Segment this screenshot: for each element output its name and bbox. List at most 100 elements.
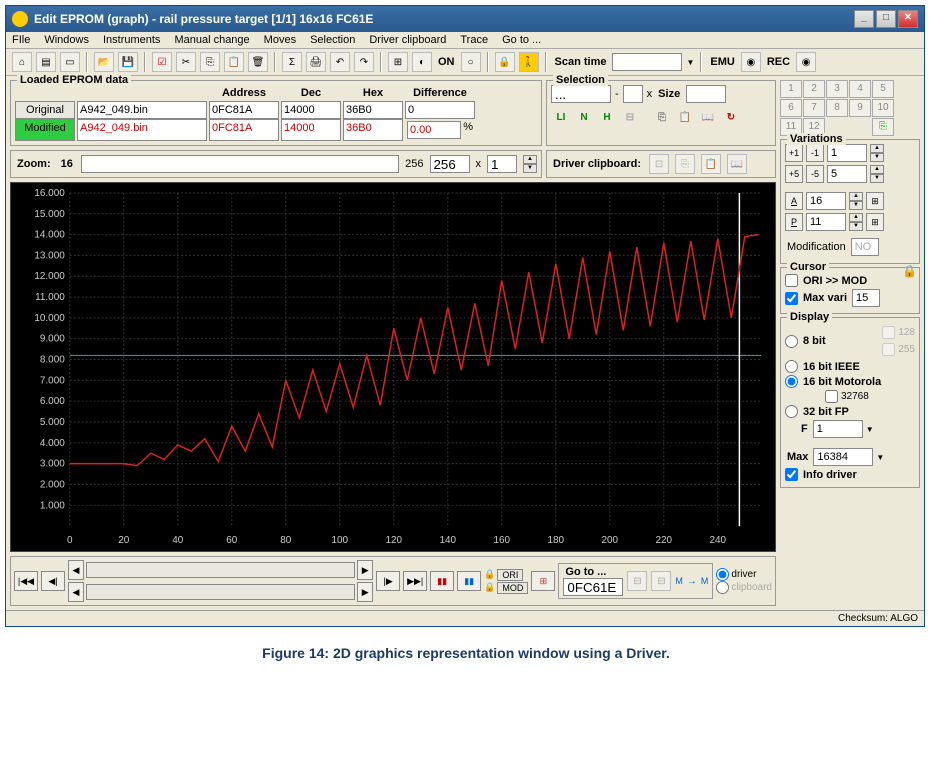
numpad-4[interactable]: 4 [849,80,871,98]
chart-area[interactable]: 1.0002.0003.0004.0005.0006.0007.0008.000… [10,182,776,552]
var-in-16[interactable] [806,192,846,210]
toggle-icon[interactable]: ◐ [412,52,432,72]
var16-down[interactable]: ▼ [849,201,863,210]
goto-ic2[interactable]: ⊟ [651,571,671,591]
rec-radio[interactable]: ◉ [796,52,816,72]
menu-trace[interactable]: Trace [460,34,488,46]
modified-hex[interactable]: 36B0 [343,119,403,141]
undo-icon[interactable]: ↶ [330,52,350,72]
zoom-up[interactable]: ▲ [523,155,537,164]
save-icon[interactable]: 💾 [118,52,138,72]
nav-last[interactable]: ▶▶| [403,571,427,591]
modified-button[interactable]: Modified [15,119,75,141]
var-ic-p[interactable]: P [785,213,803,231]
var-ic-plus5[interactable]: +5 [785,165,803,183]
window-icon[interactable]: ▭ [60,52,80,72]
paste-icon[interactable]: 📋 [224,52,244,72]
original-file[interactable]: A942_049.bin [77,101,207,119]
moto-32768-check[interactable]: 32768 [825,390,915,403]
zoom-cur[interactable] [430,155,470,173]
max-vari-check[interactable]: Max vari [785,289,915,307]
numpad-1[interactable]: 1 [780,80,802,98]
handle-icon[interactable]: ⊞ [388,52,408,72]
sel-m-icon[interactable]: N [574,107,594,127]
numpad-2[interactable]: 2 [803,80,825,98]
numpad-extra[interactable]: ⎘ [872,118,894,136]
nav-rec[interactable]: ▮▮ [457,571,481,591]
var-ic-plus1[interactable]: +1 [785,144,803,162]
original-hex[interactable]: 36B0 [343,101,403,119]
modified-file[interactable]: A942_049.bin [77,119,207,141]
scroll2-left[interactable]: ◀ [68,582,84,602]
numpad-5[interactable]: 5 [872,80,894,98]
ori-mod-check[interactable]: ORI >> MOD [785,274,915,287]
print-icon[interactable]: 🖨 [306,52,326,72]
redo-icon[interactable]: ↷ [354,52,374,72]
home-icon[interactable]: ⌂ [12,52,32,72]
sigma-icon[interactable]: Σ [282,52,302,72]
menu-driver-clipboard[interactable]: Driver clipboard [369,34,446,46]
var5-down[interactable]: ▼ [870,174,884,183]
goto-input[interactable] [563,578,623,596]
ori-button[interactable]: ORI [497,569,523,581]
menu-moves[interactable]: Moves [264,34,296,46]
fp32-radio[interactable]: 32 bit FP [785,405,915,418]
original-diff[interactable]: 0 [405,101,475,119]
nav-next[interactable]: |▶ [376,571,400,591]
var11-down[interactable]: ▼ [849,222,863,231]
numpad-9[interactable]: 9 [849,99,871,117]
var5-up[interactable]: ▲ [870,165,884,174]
minimize-button[interactable]: _ [854,10,874,28]
var-in-5[interactable] [827,165,867,183]
zoom-slider[interactable] [81,155,399,173]
nav-extra[interactable]: ⊞ [531,571,555,591]
zoom-down[interactable]: ▼ [523,164,537,173]
sel-refresh-icon[interactable]: ↻ [721,107,741,127]
cursor-lock-icon[interactable]: 🔒 [902,264,917,278]
var1-up[interactable]: ▲ [870,144,884,153]
numpad-7[interactable]: 7 [803,99,825,117]
open-icon[interactable]: 📂 [94,52,114,72]
cb-icon-2[interactable]: ⎘ [675,154,695,174]
var16-up[interactable]: ▲ [849,192,863,201]
original-address[interactable]: 0FC81A [209,101,279,119]
bit8-radio[interactable]: 8 bit 128 255 [785,324,915,358]
scan-time-select[interactable] [612,53,682,71]
zoom-one[interactable] [487,155,517,173]
emu-radio[interactable]: ◉ [741,52,761,72]
sel-size[interactable] [686,85,726,103]
sel-book-icon[interactable]: 📖 [698,107,718,127]
close-button[interactable]: ✕ [898,10,918,28]
numpad-10[interactable]: 10 [872,99,894,117]
scroll1-left[interactable]: ◀ [68,560,84,580]
original-button[interactable]: Original [15,101,75,119]
var-ic-m1[interactable]: ⊞ [866,192,884,210]
sel-copy-icon[interactable]: ⎘ [652,107,672,127]
var-in-11[interactable] [806,213,846,231]
modified-address[interactable]: 0FC81A [209,119,279,141]
cut-icon[interactable]: ✂ [176,52,196,72]
var11-up[interactable]: ▲ [849,213,863,222]
check-icon[interactable]: ☑ [152,52,172,72]
modified-diff[interactable]: 0.00 [407,121,461,139]
scroll1-right[interactable]: ▶ [357,560,373,580]
var-ic-minus5[interactable]: -5 [806,165,824,183]
sel-e-icon[interactable]: ⊟ [620,107,640,127]
sel-to[interactable] [623,85,643,103]
sel-h-icon[interactable]: H [597,107,617,127]
scroll1[interactable] [86,562,355,578]
sel-from[interactable] [551,85,611,103]
scroll2-right[interactable]: ▶ [357,582,373,602]
nav-stop[interactable]: ▮▮ [430,571,454,591]
file-icon[interactable]: ▤ [36,52,56,72]
clipboard-radio[interactable]: clipboard [716,581,772,594]
menu-windows[interactable]: Windows [44,34,89,46]
menu-goto[interactable]: Go to ... [502,34,541,46]
copy-icon[interactable]: ⎘ [200,52,220,72]
menu-instruments[interactable]: Instruments [103,34,160,46]
nav-prev[interactable]: ◀| [41,571,65,591]
info-driver-check[interactable]: Info driver [785,468,915,481]
var-ic-a[interactable]: A [785,192,803,210]
numpad-8[interactable]: 8 [826,99,848,117]
sel-paste-icon[interactable]: 📋 [675,107,695,127]
